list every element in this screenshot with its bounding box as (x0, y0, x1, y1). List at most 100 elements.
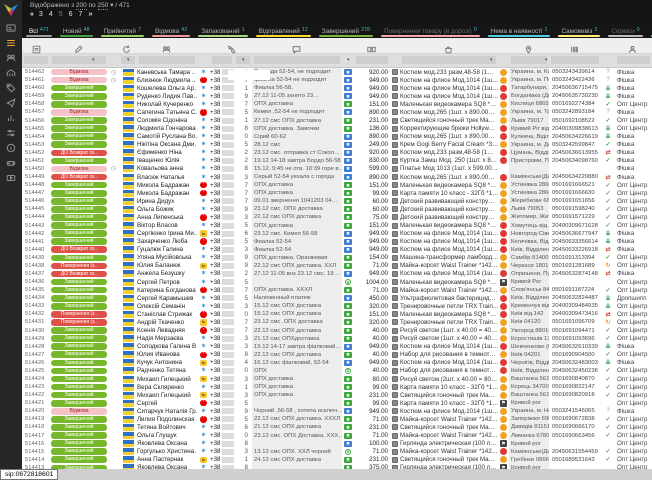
page-number[interactable]: 5 (59, 11, 63, 18)
tracking-number[interactable]: 0501691096709 (549, 318, 601, 326)
delivery-address[interactable]: Новгород-Сівер… (509, 230, 549, 238)
filter-chevron-down-icon[interactable]: ▾ (127, 57, 130, 63)
table-row[interactable]: 514457ВідмоваСапегина Татьяна С…’+385Кем… (22, 108, 652, 116)
phone-number[interactable]: +38 (210, 302, 234, 310)
comment[interactable] (252, 399, 342, 407)
tracking-number[interactable]: 0501691187224 (549, 286, 601, 294)
tab-всі[interactable]: Всі471 (22, 24, 56, 38)
app-logo[interactable] (0, 0, 22, 20)
table-row[interactable]: 514445ЗавершенийОльга Божик✶+38923.12 см… (22, 205, 652, 213)
phone-number[interactable]: +38 (210, 246, 234, 254)
tracking-number[interactable]: 0501690663456 (549, 432, 601, 440)
comment[interactable]: ОПХ доставка. Оранжевая (252, 254, 342, 262)
phone-number[interactable]: +38 (210, 367, 234, 375)
table-row[interactable]: 514440ДО Возврат ск..Гуцалюк Галина✶+383… (22, 246, 652, 254)
table-row[interactable]: 514437ДО Возврат ск..Анжела Безушку✶+382… (22, 270, 652, 278)
status-badge[interactable]: Відмова (51, 109, 107, 116)
comment[interactable]: 23.12 смс. ОПХ Доставка. ХХХ… (252, 432, 342, 440)
delivery-address[interactable]: Львів 79017 (509, 116, 549, 124)
comment[interactable] (252, 440, 342, 448)
tracking-number[interactable]: 0501691094471 (549, 327, 601, 335)
filter-input[interactable] (254, 56, 340, 64)
comment[interactable]: 15.12. 9:45 не отв. 10:39 горе в… (252, 165, 342, 173)
page-number[interactable]: 6 (69, 11, 73, 18)
comment[interactable]: 23.12 смс .ОПХ доставка (252, 318, 342, 326)
delivery-address[interactable]: Слов'янськ 84… (509, 286, 549, 294)
phone-number[interactable]: +38 (210, 116, 234, 124)
tracking-number[interactable]: 20450633356614 (549, 238, 601, 246)
phone-number[interactable]: +38 (210, 286, 234, 294)
page-number[interactable]: 4 (49, 11, 53, 18)
table-row[interactable]: 514449ДО Возврат ск..Власюк Наталья✶+383… (22, 173, 652, 181)
sidebar-item-statistics[interactable] (0, 110, 22, 125)
comment[interactable]: Кемел ,52-54 не подходит (252, 108, 342, 116)
sidebar-item-orders-list[interactable] (0, 35, 22, 50)
phone-number[interactable]: +38 (210, 335, 234, 343)
delivery-address[interactable]: Пристроми, Пу… (509, 157, 549, 165)
delivery-address[interactable]: Київ 04201 (509, 351, 549, 359)
phone-number[interactable]: +38 (210, 440, 234, 448)
tracking-number[interactable]: 20400309473416 (549, 310, 601, 318)
table-row[interactable]: 514423ЗавершенийВера Скляренко✶+381ОПХ д… (22, 383, 652, 391)
phone-number[interactable]: +38 (210, 92, 234, 100)
filter-input[interactable] (511, 56, 547, 64)
table-row[interactable]: 514439ЗавершенийУляна Мусійовська✶+389ОП… (22, 254, 652, 262)
tab-в-дорозі-додому[interactable]: В дорозі додому0 (647, 24, 652, 38)
phone-number[interactable]: +38 (210, 327, 234, 335)
comment[interactable]: ОПХ доставка. ХХХЛ (252, 286, 342, 294)
phone-number[interactable]: +38 (210, 141, 234, 149)
status-badge[interactable]: Завершений (51, 400, 107, 407)
status-badge[interactable]: Завершений (51, 360, 107, 367)
first-page-icon[interactable]: « (30, 11, 33, 18)
tab-запакований[interactable]: Запакований1 (194, 24, 251, 38)
comment[interactable]: Серый 52-54 уехала с города (252, 173, 342, 181)
table-row[interactable]: 514426ЗавершенийКучук Антонинаlc+38416.1… (22, 359, 652, 367)
tracking-number[interactable]: 0501690820918 (549, 391, 601, 399)
table-row[interactable]: 514462Відмова◷Каневська Тамара ..✶+381Ла… (22, 68, 652, 76)
status-badge[interactable]: Завершений (51, 279, 107, 286)
phone-number[interactable]: +38 (210, 415, 234, 423)
status-badge[interactable]: Відмова (51, 408, 107, 415)
phone-number[interactable]: +38 (210, 278, 234, 286)
comment[interactable]: 22.12 смс ОПХ доставка (252, 351, 342, 359)
phone-number[interactable]: +38 (210, 432, 234, 440)
status-badge[interactable]: Завершений (51, 303, 107, 310)
table-row[interactable]: 514420ВідмоваСитарчук Наталія Гр…✶+389Чо… (22, 407, 652, 415)
comment[interactable]: 15.12 смс ОПХ доставка (252, 310, 342, 318)
sidebar-item-info[interactable] (0, 140, 22, 155)
comment[interactable]: 24.12 смс ОПХ доставка (252, 456, 342, 464)
status-badge[interactable]: Завершений (51, 238, 107, 245)
table-row[interactable]: 514422ЗавершенийМихаил Гилецькийlc+383ОП… (22, 391, 652, 399)
phone-number[interactable]: +38 (210, 149, 234, 157)
tracking-number[interactable]: 20450632874148 (549, 270, 601, 278)
phone-number[interactable]: +38 (210, 383, 234, 391)
tracking-number[interactable]: 0501690666170 (549, 423, 601, 431)
phone-number[interactable]: +38 (210, 456, 234, 464)
sidebar-item-clients[interactable] (0, 50, 22, 65)
delivery-address[interactable]: Київ від.142 (509, 310, 549, 318)
filter-input[interactable] (551, 56, 599, 64)
tab-новий[interactable]: Новий48 (56, 24, 97, 38)
table-row[interactable]: 514444ЗавершенийАнна Липенська’+38322.12… (22, 213, 652, 221)
phone-number[interactable]: +38 (210, 108, 234, 116)
status-badge[interactable]: Завершений (51, 182, 107, 189)
tracking-number[interactable]: 20400309671628 (549, 221, 601, 229)
comment[interactable]: 23.12 смс. ОПХ доставка (252, 205, 342, 213)
table-row[interactable]: 514459ЗавершенийРуденко Лидия Пав…✶+3892… (22, 92, 652, 100)
phone-number[interactable]: +38 (210, 391, 234, 399)
sidebar-item-video[interactable] (0, 170, 22, 185)
phone-number[interactable]: +38 (210, 125, 234, 133)
tracking-number[interactable]: 20450632824487 (549, 294, 601, 302)
comment[interactable]: 15.12 смс ОПХ доставка (252, 302, 342, 310)
chevron-down-icon[interactable]: ▾ (110, 2, 113, 9)
tracking-number[interactable]: 0501692108522 (549, 116, 601, 124)
phone-number[interactable]: +38 (210, 238, 234, 246)
phone-number[interactable]: +38 (210, 294, 234, 302)
comment[interactable]: 09.01 звернення 1041203 04… (252, 197, 342, 205)
status-badge[interactable]: Завершений (51, 133, 107, 140)
page-number[interactable]: 3 (39, 11, 43, 18)
filter-input[interactable] (52, 56, 106, 64)
delivery-address[interactable]: Гребінки 08662 (509, 456, 549, 464)
delivery-address[interactable]: Украина, м. По… (509, 76, 549, 84)
tracking-number[interactable]: 0501689531643 (549, 456, 601, 464)
